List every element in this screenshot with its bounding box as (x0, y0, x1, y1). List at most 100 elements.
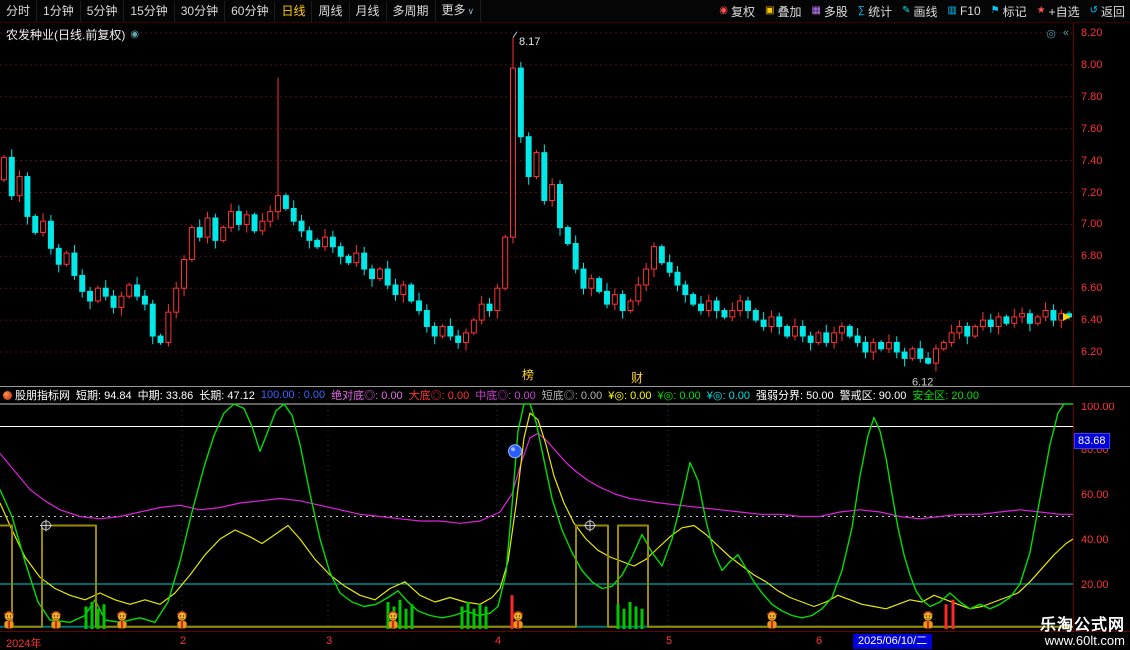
tool-item-label: F10 (960, 4, 981, 18)
signal-bar-green (411, 604, 414, 629)
indicator-value-tag: 83.68 (1074, 433, 1110, 449)
menu-item-6[interactable]: 日线 (275, 1, 312, 22)
blue-orb-icon (509, 445, 522, 458)
tool-item-6[interactable]: ⚑标记 (986, 3, 1032, 20)
signal-bar-green (461, 607, 464, 630)
indicator-param-9: ¥◎: 0.00 (658, 389, 701, 402)
menu-item-1[interactable]: 1分钟 (37, 1, 81, 22)
tool-item-label: 返回 (1101, 3, 1125, 20)
multi-stock-icon: ▦ (811, 6, 820, 16)
signal-bar-green (479, 604, 482, 629)
corner-icon-0[interactable]: ◎ (1046, 27, 1056, 40)
date-label-3: 4 (495, 635, 501, 647)
signal-bar-green (97, 609, 100, 629)
price-tick-8.20: 8.20 (1081, 27, 1102, 39)
price-axis: 8.208.007.807.607.407.207.006.806.606.40… (1074, 22, 1130, 386)
indicator-panel[interactable] (0, 403, 1073, 631)
price-tick-6.40: 6.40 (1081, 314, 1102, 326)
menu-item-2[interactable]: 5分钟 (81, 1, 125, 22)
kline-canvas[interactable]: 8.17 6.12 (0, 22, 1073, 386)
price-tick-6.80: 6.80 (1081, 250, 1102, 262)
price-tick-7.40: 7.40 (1081, 155, 1102, 167)
tool-item-label: +自选 (1049, 3, 1080, 20)
tool-menu: ◉复权▣叠加▦多股∑统计✎画线▥F10⚑标记★+自选↺返回 (714, 0, 1130, 22)
menu-item-9[interactable]: 多周期 (387, 1, 436, 22)
indicator-param-10: ¥◎: 0.00 (707, 389, 750, 402)
date-axis: 2024年 2 3 4 5 6 2025/06/10/二 (0, 631, 1130, 650)
series-2 (0, 404, 1073, 622)
tool-item-1[interactable]: ▣叠加 (760, 3, 806, 20)
signal-bar-red (952, 600, 955, 629)
price-tick-7.80: 7.80 (1081, 91, 1102, 103)
indicator-tick-20: 20.00 (1081, 579, 1109, 591)
menu-item-4[interactable]: 30分钟 (175, 1, 225, 22)
chart-corner-icons: ◎« (1046, 27, 1069, 40)
chevron-down-icon: ∨ (468, 6, 475, 16)
tool-item-label: 复权 (731, 3, 755, 20)
gold-figure-icon (117, 611, 127, 628)
indicator-logo-icon (3, 391, 12, 400)
tool-item-label: 标记 (1003, 3, 1027, 20)
axis-divider-line (1073, 22, 1074, 650)
stats-icon: ∑ (858, 6, 865, 16)
signal-bar-green (623, 609, 626, 629)
indicator-param-8: ¥◎: 0.00 (608, 389, 651, 402)
indicator-param-12: 警戒区: 90.00 (840, 387, 907, 403)
signal-bar-green (103, 604, 106, 629)
tool-item-2[interactable]: ▦多股 (806, 3, 852, 20)
high-annotation: 8.17 (519, 36, 540, 48)
date-label-4: 5 (666, 635, 672, 647)
indicator-tick-60: 60.00 (1081, 489, 1109, 501)
signal-bar-green (405, 609, 408, 629)
indicator-param-5: 大底◎: 0.00 (409, 387, 470, 403)
current-date-tag: 2025/06/10/二 (853, 634, 932, 649)
indicator-source[interactable]: 股朋指标网 (3, 387, 70, 403)
indicator-param-1: 中期: 33.86 (138, 387, 194, 403)
title-dropdown-icon[interactable]: ◉ (130, 29, 139, 40)
signal-bar-green (629, 602, 632, 629)
draw-line-icon: ✎ (902, 6, 910, 16)
date-label-0: 2024年 (6, 635, 41, 650)
price-tick-8.00: 8.00 (1081, 59, 1102, 71)
signal-bar-green (473, 609, 476, 629)
signal-bar-red (511, 595, 514, 629)
tool-item-5[interactable]: ▥F10 (942, 4, 985, 18)
menu-item-8[interactable]: 月线 (350, 1, 387, 22)
menu-item-0[interactable]: 分时 (0, 1, 37, 22)
indicator-param-4: 绝对底◎: 0.00 (331, 387, 403, 403)
indicator-param-7: 短底◎: 0.00 (542, 387, 603, 403)
tool-item-3[interactable]: ∑统计 (853, 3, 897, 20)
date-label-2: 3 (326, 635, 332, 647)
menu-item-10[interactable]: 更多∨ (436, 0, 482, 22)
signal-bar-green (641, 609, 644, 629)
trading-app-screen: 分时1分钟5分钟15分钟30分钟60分钟日线周线月线多周期更多∨ ◉复权▣叠加▦… (0, 0, 1130, 650)
low-annotation: 6.12 (912, 376, 933, 386)
cross-circle-icon (584, 520, 596, 532)
news-badge-榜[interactable]: 榜 (522, 366, 534, 383)
menu-item-5[interactable]: 60分钟 (225, 1, 275, 22)
top-menu-bar: 分时1分钟5分钟15分钟30分钟60分钟日线周线月线多周期更多∨ ◉复权▣叠加▦… (0, 0, 1130, 23)
indicator-param-0: 短期: 94.84 (76, 387, 132, 403)
menu-item-7[interactable]: 周线 (312, 1, 349, 22)
corner-icon-1[interactable]: « (1063, 27, 1069, 40)
signal-bar-green (91, 602, 94, 629)
back-icon: ↺ (1090, 6, 1098, 16)
tool-item-0[interactable]: ◉复权 (714, 3, 760, 20)
date-label-1: 2 (180, 635, 186, 647)
indicator-header: 股朋指标网 短期: 94.84中期: 33.86长期: 47.12100.00 … (0, 386, 1130, 403)
date-label-5: 6 (816, 635, 822, 647)
price-tick-6.20: 6.20 (1081, 346, 1102, 358)
menu-item-3[interactable]: 15分钟 (124, 1, 174, 22)
news-badge-财[interactable]: 财 (631, 369, 643, 386)
adjust-rights-icon: ◉ (719, 6, 728, 16)
gold-figure-icon (177, 611, 187, 628)
kline-chart[interactable]: 8.176.12 农发种业(日线.前复权) ◉ ◎« 榜财 (0, 22, 1073, 386)
indicator-param-3: 100.00 : 0.00 (261, 389, 325, 401)
tool-item-4[interactable]: ✎画线 (897, 3, 942, 20)
tool-item-8[interactable]: ↺返回 (1085, 3, 1130, 20)
signal-bar-green (85, 607, 88, 630)
indicator-canvas[interactable] (0, 403, 1073, 631)
gold-figure-icon (513, 611, 523, 628)
tool-item-7[interactable]: ★+自选 (1032, 3, 1085, 20)
signal-bar-red (945, 604, 948, 629)
